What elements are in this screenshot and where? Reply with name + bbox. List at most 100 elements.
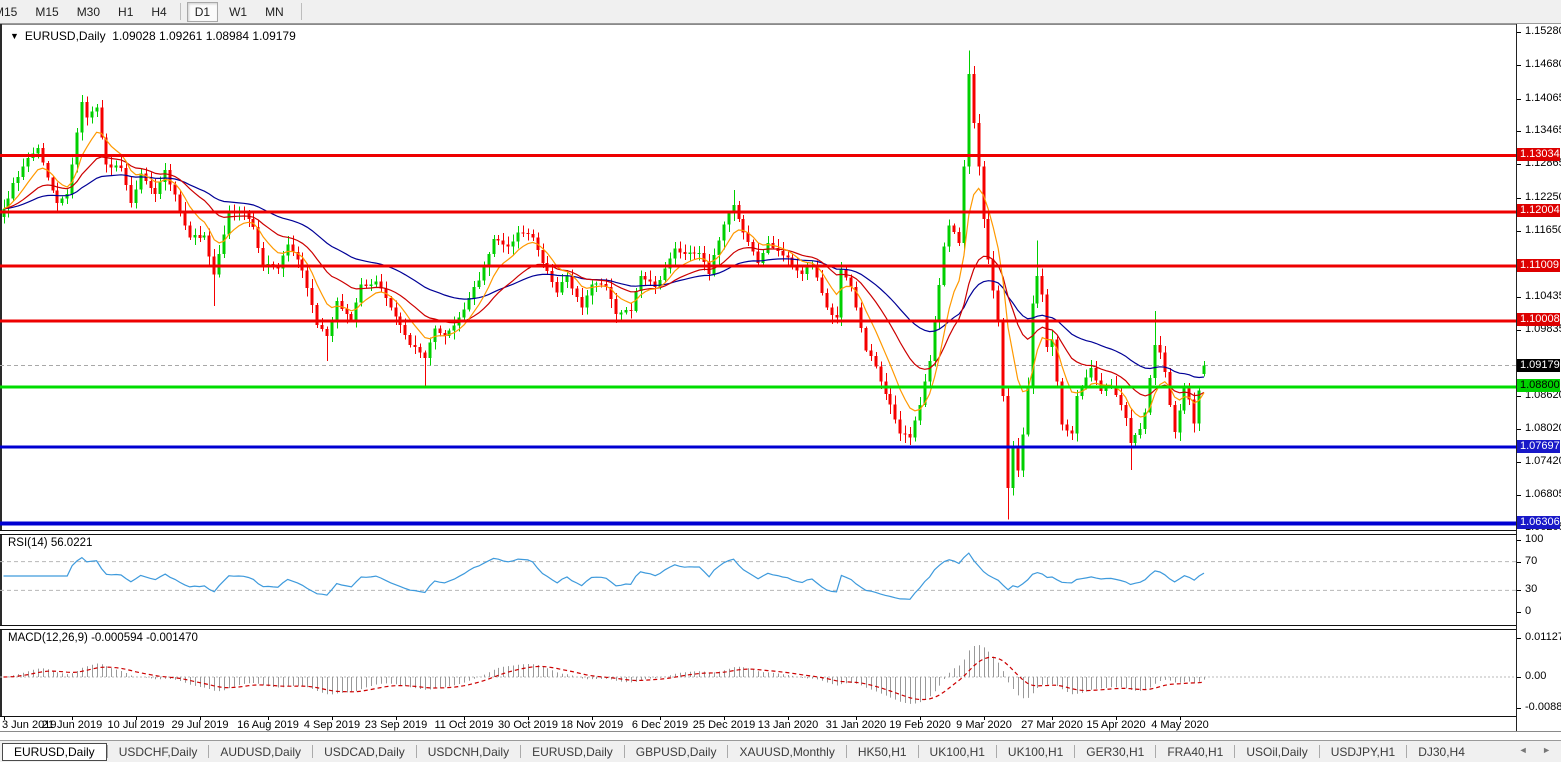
date-label: 16 Aug 2019: [237, 719, 299, 731]
price-tick: [1517, 297, 1521, 298]
main-price-chart[interactable]: [0, 25, 1516, 530]
collapse-triangle-icon[interactable]: ▼: [10, 31, 19, 41]
price-tick: [1517, 462, 1521, 463]
tab-xauusd-monthly[interactable]: XAUUSD,Monthly: [728, 743, 845, 761]
date-label: 18 Nov 2019: [560, 719, 624, 731]
tab-hk50-h1[interactable]: HK50,H1: [847, 743, 918, 761]
price-tick: [1517, 638, 1521, 639]
tab-eurusd-daily[interactable]: EURUSD,Daily: [2, 742, 107, 761]
price-axis-label: 100: [1525, 533, 1544, 545]
price-tick: [1517, 32, 1521, 33]
date-label: 11 Oct 2019: [434, 719, 494, 731]
tab-scroll-arrows-icon[interactable]: ◄ ►: [1519, 745, 1557, 755]
price-tick: [1517, 198, 1521, 199]
price-axis-label: 0: [1525, 605, 1532, 617]
price-axis-label: 1.10435: [1525, 290, 1561, 302]
price-tick: [1517, 590, 1521, 591]
price-tick: [1517, 231, 1521, 232]
timeframe-button-m15[interactable]: M15: [28, 3, 65, 21]
price-axis-label: 1.14680: [1525, 58, 1561, 70]
date-label: 9 Mar 2020: [956, 719, 1012, 731]
date-label: 4 May 2020: [1151, 719, 1209, 731]
tab-usdcnh-daily[interactable]: USDCNH,Daily: [417, 743, 520, 761]
price-tick: [1517, 677, 1521, 678]
chart-title: ▼ EURUSD,Daily 1.09028 1.09261 1.08984 1.…: [10, 29, 296, 43]
mt4-terminal: { "toolbar": { "timeframes": [ {"label":…: [0, 0, 1561, 762]
tab-ger30-h1[interactable]: GER30,H1: [1075, 743, 1155, 761]
date-label: 30 Oct 2019: [498, 719, 558, 731]
tab-fra40-h1[interactable]: FRA40,H1: [1156, 743, 1234, 761]
price-tick: [1517, 99, 1521, 100]
chart-tab-bar: EURUSD,Daily USDCHF,Daily AUDUSD,Daily USDC…: [0, 740, 1561, 762]
toolbar-separator: [300, 3, 302, 20]
macd-panel[interactable]: [0, 629, 1516, 716]
tab-audusd-daily[interactable]: AUDUSD,Daily: [209, 743, 312, 761]
price-axis-label: 30: [1525, 583, 1538, 595]
level-price-badge: 1.13034: [1517, 148, 1560, 161]
level-price-badge: 1.06306: [1517, 516, 1560, 529]
price-tick: [1517, 495, 1521, 496]
current-price-badge: 1.09179: [1517, 359, 1560, 372]
price-axis-label: 1.13465: [1525, 124, 1561, 136]
tab-eurusd-daily[interactable]: EURUSD,Daily: [521, 743, 624, 761]
price-axis-label: 1.12250: [1525, 191, 1561, 203]
tab-usdjpy-h1[interactable]: USDJPY,H1: [1320, 743, 1406, 761]
date-axis[interactable]: 3 Jun 2019 21 Jun 2019 10 Jul 2019 29 Jul 2…: [0, 717, 1516, 731]
level-price-badge: 1.08800: [1517, 379, 1560, 392]
tab-usdchf-daily[interactable]: USDCHF,Daily: [108, 743, 209, 761]
window-bottom-edge: [0, 731, 1561, 732]
price-axis-label: 1.11650: [1525, 224, 1561, 236]
tab-usdcad-daily[interactable]: USDCAD,Daily: [313, 743, 416, 761]
price-tick: [1517, 429, 1521, 430]
price-axis-label: 1.14065: [1525, 92, 1561, 104]
timeframe-button-h1[interactable]: H1: [111, 3, 140, 21]
level-price-badge: 1.07697: [1517, 440, 1560, 453]
timeframe-button-mn[interactable]: MN: [258, 3, 291, 21]
date-label: 4 Sep 2019: [303, 719, 361, 731]
price-tick: [1517, 164, 1521, 165]
tab-gbpusd-daily[interactable]: GBPUSD,Daily: [625, 743, 728, 761]
date-label: 10 Jul 2019: [107, 719, 165, 731]
date-label: 25 Dec 2019: [692, 719, 756, 731]
rsi-panel[interactable]: [0, 534, 1516, 625]
level-price-badge: 1.12004: [1517, 204, 1560, 217]
timeframe-button-d1[interactable]: D1: [186, 1, 219, 22]
date-label: 13 Jan 2020: [757, 719, 819, 731]
price-tick: [1517, 131, 1521, 132]
price-axis-label: 0.011277: [1525, 631, 1561, 643]
tab-uk100-h1[interactable]: UK100,H1: [997, 743, 1074, 761]
macd-label: MACD(12,26,9) -0.000594 -0.001470: [8, 632, 198, 644]
tab-usoil-daily[interactable]: USOil,Daily: [1235, 743, 1318, 761]
timeframe-button-w1[interactable]: W1: [222, 3, 254, 21]
rsi-label: RSI(14) 56.0221: [8, 537, 93, 549]
tab-dj30-h4[interactable]: DJ30,H4: [1407, 743, 1476, 761]
date-label: 6 Dec 2019: [631, 719, 689, 731]
date-label: 29 Jul 2019: [171, 719, 229, 731]
price-axis-label: 0.00: [1525, 670, 1547, 682]
chart-title-text: EURUSD,Daily 1.09028 1.09261 1.08984 1.0…: [24, 29, 296, 43]
price-tick: [1517, 562, 1521, 563]
price-axis-label: 1.07420: [1525, 455, 1561, 467]
chart-window: ▼ EURUSD,Daily 1.09028 1.09261 1.08984 1.…: [0, 24, 1561, 740]
date-label: 31 Jan 2020: [825, 719, 887, 731]
timeframe-button-m15-clipped[interactable]: M15: [0, 3, 24, 21]
date-label: 15 Apr 2020: [1086, 719, 1146, 731]
date-label: 23 Sep 2019: [364, 719, 428, 731]
price-axis-label: -0.008845: [1525, 701, 1561, 713]
price-axis[interactable]: 1.15280 1.14680 1.14065 1.13465 1.12865 1.122…: [1517, 24, 1561, 731]
level-price-badge: 1.10008: [1517, 313, 1560, 326]
date-label: 19 Feb 2020: [889, 719, 951, 731]
tab-uk100-h1[interactable]: UK100,H1: [919, 743, 996, 761]
level-price-badge: 1.11009: [1517, 259, 1560, 272]
price-tick: [1517, 612, 1521, 613]
price-tick: [1517, 65, 1521, 66]
price-axis-label: 1.15280: [1525, 25, 1561, 37]
price-axis-label: 70: [1525, 555, 1538, 567]
price-tick: [1517, 330, 1521, 331]
price-tick: [1517, 708, 1521, 709]
date-label: 21 Jun 2019: [41, 719, 103, 731]
timeframe-button-m30[interactable]: M30: [70, 3, 107, 21]
price-axis-label: 1.08020: [1525, 422, 1561, 434]
date-label: 27 Mar 2020: [1021, 719, 1083, 731]
timeframe-button-h4[interactable]: H4: [144, 3, 173, 21]
